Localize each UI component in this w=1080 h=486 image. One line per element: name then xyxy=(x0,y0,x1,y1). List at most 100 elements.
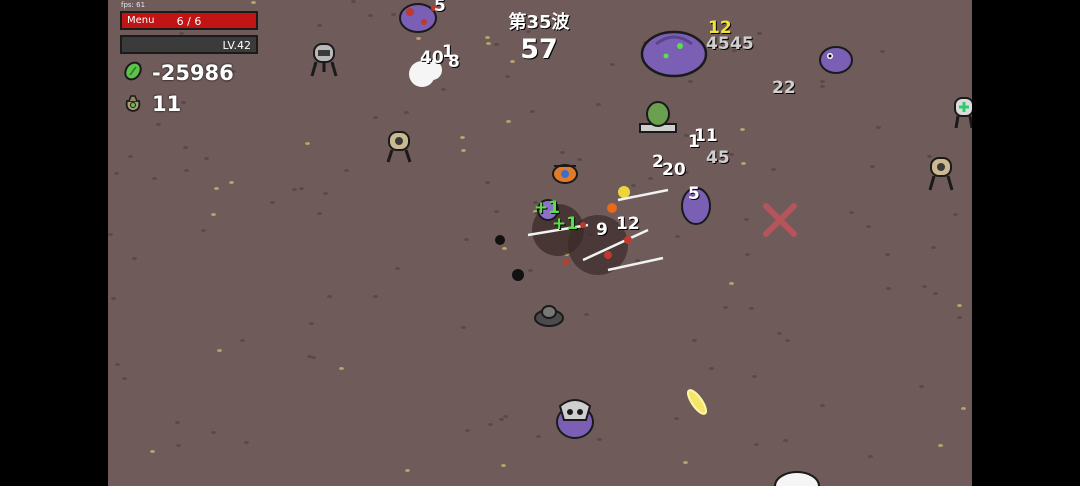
ground-pebble xyxy=(309,322,314,325)
ground-pebble xyxy=(229,181,234,184)
ground-pebble xyxy=(339,367,344,370)
ground-pebble xyxy=(114,172,119,175)
ground-pebble xyxy=(108,233,113,236)
ground-pebble xyxy=(395,267,400,270)
ground-pebble xyxy=(501,464,506,467)
ground-pebble xyxy=(683,461,688,464)
material-bag-icon xyxy=(122,91,144,117)
health-text: 6 / 6 xyxy=(176,15,202,28)
turret-structure xyxy=(639,101,677,133)
ground-pebble xyxy=(870,165,875,168)
ground-pebble xyxy=(351,0,356,3)
ground-pebble xyxy=(785,339,790,342)
small-purple-enemy xyxy=(819,46,853,74)
bag-value: 11 xyxy=(152,92,182,116)
ground-pebble xyxy=(405,469,410,472)
ground-pebble xyxy=(465,429,470,432)
material-pickup-number: +1 xyxy=(552,214,579,234)
ground-pebble xyxy=(211,213,216,216)
ground-pebble xyxy=(744,218,749,221)
orange-drone-enemy xyxy=(552,164,578,184)
ground-pebble xyxy=(373,295,378,298)
ground-pebble xyxy=(584,313,589,316)
ground-pebble xyxy=(596,103,601,106)
ground-pebble xyxy=(709,367,714,370)
red-x-marker xyxy=(763,203,797,237)
ground-pebble xyxy=(723,306,728,309)
ground-pebble xyxy=(674,417,679,420)
ground-pebble xyxy=(777,332,782,335)
tan-walker-enemy xyxy=(386,131,412,163)
player-character xyxy=(534,305,564,327)
damage-number: 45 xyxy=(706,34,730,54)
damage-number: 20 xyxy=(662,160,686,180)
ground-pebble xyxy=(152,177,157,180)
ground-pebble xyxy=(868,455,873,458)
ground-pebble xyxy=(692,339,697,342)
ground-pebble xyxy=(214,187,219,190)
yellow-projectile xyxy=(686,389,708,415)
ground-pebble xyxy=(745,253,750,256)
ground-pebble xyxy=(305,142,310,145)
green-material-icon xyxy=(122,60,144,86)
ground-pebble xyxy=(368,14,373,17)
ground-pebble xyxy=(957,316,962,319)
ground-pebble xyxy=(741,162,746,165)
experience-bar: LV.42 xyxy=(120,35,258,54)
ground-pebble xyxy=(922,285,927,288)
ground-pebble xyxy=(128,155,133,158)
ground-pebble xyxy=(931,246,936,249)
wave-label: 第35波 xyxy=(508,12,570,33)
medic-robot-enemy xyxy=(954,97,972,129)
ground-pebble xyxy=(299,187,304,190)
ground-pebble xyxy=(307,355,312,358)
ground-pebble xyxy=(373,116,378,119)
damage-number: 8 xyxy=(448,52,460,72)
wave-timer: 57 xyxy=(520,34,558,65)
ground-pebble xyxy=(292,188,297,191)
ground-pebble xyxy=(317,212,322,215)
ground-pebble xyxy=(240,339,245,342)
materials-counter: -25986 xyxy=(122,60,234,86)
ground-pebble xyxy=(344,169,349,172)
ground-pebble xyxy=(752,375,757,378)
purple-bruiser-enemy xyxy=(640,30,708,78)
ground-pebble xyxy=(461,326,466,329)
bag-counter: 11 xyxy=(122,91,181,117)
ground-pebble xyxy=(488,423,493,426)
damage-number: 45 xyxy=(706,148,730,168)
ground-pebble xyxy=(270,201,275,204)
ground-pebble xyxy=(244,441,249,444)
ground-pebble xyxy=(327,295,332,298)
ground-pebble xyxy=(953,213,958,216)
ground-pebble xyxy=(754,443,759,446)
ground-pebble xyxy=(536,435,541,438)
ground-pebble xyxy=(506,120,511,123)
ground-pebble xyxy=(122,377,127,380)
ground-pebble xyxy=(729,282,734,285)
ground-pebble xyxy=(919,385,924,388)
combat-explosion xyxy=(495,186,669,281)
ground-pebble xyxy=(866,225,871,228)
damage-number: 1 xyxy=(688,132,700,152)
health-bar[interactable]: Menu 6 / 6 xyxy=(120,11,258,30)
ground-pebble xyxy=(461,149,466,152)
ground-pebble xyxy=(849,211,854,214)
white-blob-enemy xyxy=(774,471,820,486)
ground-pebble xyxy=(886,287,891,290)
ground-pebble xyxy=(111,297,116,300)
ground-pebble xyxy=(820,404,825,407)
ground-pebble xyxy=(740,128,745,131)
ground-pebble xyxy=(176,444,181,447)
ground-pebble xyxy=(211,431,216,434)
ground-pebble xyxy=(132,257,137,260)
ground-pebble xyxy=(175,421,180,424)
damage-number: 2 xyxy=(652,152,664,172)
ground-pebble xyxy=(204,157,209,160)
fps-counter: fps: 61 xyxy=(121,1,146,9)
ground-pebble xyxy=(323,192,328,195)
damage-number: 12 xyxy=(616,214,640,234)
ground-pebble xyxy=(183,146,188,149)
ground-pebble xyxy=(876,126,881,129)
robot-walker-enemy xyxy=(310,43,338,77)
